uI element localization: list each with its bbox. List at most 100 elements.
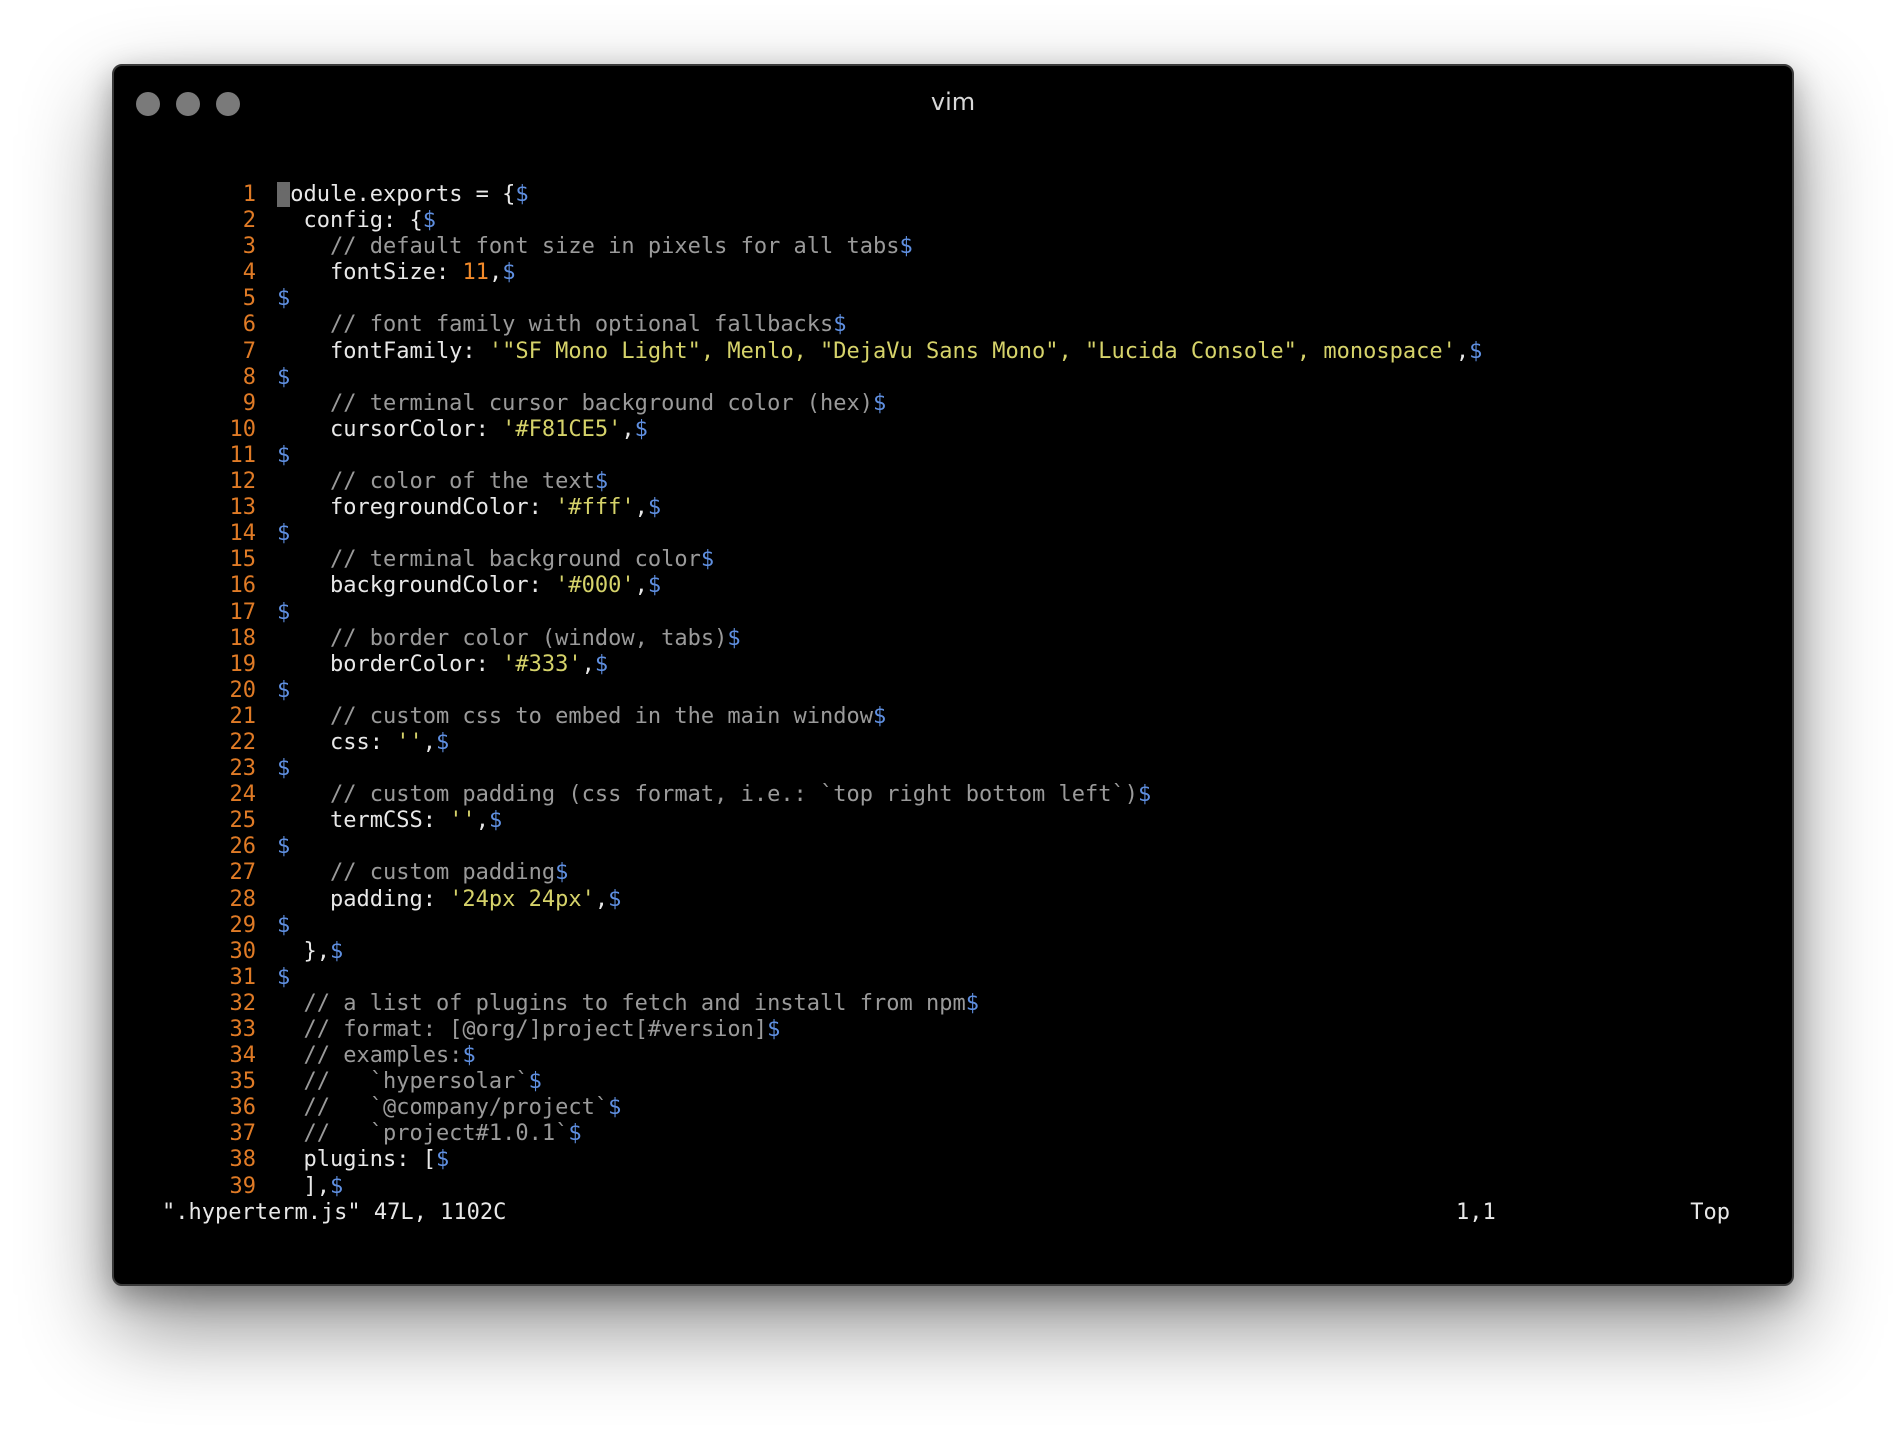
- editor-line[interactable]: 39 ],$: [174, 1174, 1734, 1200]
- editor-line[interactable]: 33 // format: [@org/]project[#version]$: [174, 1017, 1734, 1043]
- eol-marker: $: [647, 495, 662, 521]
- editor-line[interactable]: 23 $: [174, 756, 1734, 782]
- line-code: plugins: [$: [277, 1147, 449, 1173]
- line-number: 9: [242, 390, 256, 416]
- vim-status-line: ".hyperterm.js" 47L, 1102C 1,1 Top: [162, 1200, 1742, 1230]
- code-text: ,: [1455, 338, 1470, 364]
- editor-line[interactable]: 20 $: [174, 678, 1734, 704]
- line-number: 21: [229, 703, 257, 729]
- eol-marker: $: [555, 860, 569, 886]
- eol-marker: $: [435, 1147, 450, 1173]
- editor-line[interactable]: 3 // default font size in pixels for all…: [174, 234, 1734, 260]
- line-code: $: [277, 678, 290, 704]
- line-number: 36: [229, 1095, 257, 1121]
- cursor-position: 1,1: [1456, 1200, 1496, 1225]
- editor-line[interactable]: 6 // font family with optional fallbacks…: [174, 312, 1734, 338]
- code-text: ,: [422, 729, 436, 755]
- line-number: 23: [229, 756, 257, 782]
- line-number: 37: [229, 1121, 257, 1147]
- title-bar[interactable]: vim: [114, 66, 1792, 138]
- editor-line[interactable]: 37 // `project#1.0.1`$: [174, 1121, 1734, 1147]
- editor-line[interactable]: 19 borderColor: '#333',$: [174, 652, 1734, 678]
- editor-line[interactable]: 21 // custom css to embed in the main wi…: [174, 704, 1734, 730]
- code-text: padding:: [277, 886, 450, 912]
- editor-line[interactable]: 35 // `hypersolar`$: [174, 1069, 1734, 1095]
- line-number: 25: [229, 808, 257, 834]
- editor-line[interactable]: 27 // custom padding$: [174, 860, 1734, 886]
- editor-line[interactable]: 15 // terminal background color$: [174, 547, 1734, 573]
- code-text: ],: [277, 1173, 330, 1199]
- code-comment: // format: [@org/]project[#version]: [277, 1017, 768, 1042]
- line-code: $: [277, 443, 290, 469]
- code-text: ,: [475, 808, 489, 834]
- editor-line[interactable]: 8 $: [174, 365, 1734, 391]
- line-code: $: [277, 286, 290, 312]
- editor-line[interactable]: 12 // color of the text$: [174, 469, 1734, 495]
- code-comment: // examples:: [277, 1043, 463, 1069]
- editor-line[interactable]: 18 // border color (window, tabs)$: [174, 626, 1734, 652]
- eol-marker: $: [594, 469, 609, 495]
- editor-line[interactable]: 38 plugins: [$: [174, 1147, 1734, 1173]
- line-code: config: {$: [277, 208, 435, 234]
- code-text: fontFamily:: [277, 338, 489, 364]
- editor-line[interactable]: 24 // custom padding (css format, i.e.: …: [174, 782, 1734, 808]
- line-number: 6: [242, 312, 256, 338]
- line-code: $: [277, 521, 290, 547]
- eol-marker: $: [277, 599, 291, 625]
- eol-marker: $: [899, 234, 913, 260]
- editor-line[interactable]: 26 $: [174, 834, 1734, 860]
- code-comment: // `hypersolar`: [277, 1069, 529, 1095]
- window-title: vim: [930, 88, 976, 116]
- editor-line[interactable]: 16 backgroundColor: '#000',$: [174, 573, 1734, 599]
- line-code: ],$: [277, 1174, 343, 1200]
- editor-line[interactable]: 5 $: [174, 286, 1734, 312]
- eol-marker: $: [435, 729, 450, 755]
- editor-line[interactable]: 7 fontFamily: '"SF Mono Light", Menlo, "…: [174, 339, 1734, 365]
- editor-line[interactable]: 22 css: '',$: [174, 730, 1734, 756]
- editor-line[interactable]: 25 termCSS: '',$: [174, 808, 1734, 834]
- editor-line[interactable]: 14 $: [174, 521, 1734, 547]
- line-number: 16: [229, 573, 257, 599]
- code-number: 11: [462, 260, 489, 286]
- editor-line[interactable]: 4 fontSize: 11,$: [174, 260, 1734, 286]
- code-comment: // terminal cursor background color (hex…: [277, 390, 874, 416]
- editor-line[interactable]: 30 },$: [174, 939, 1734, 965]
- line-number: 31: [229, 964, 257, 990]
- editor-line[interactable]: 17 $: [174, 600, 1734, 626]
- editor-line[interactable]: 36 // `@company/project`$: [174, 1095, 1734, 1121]
- line-code: padding: '24px 24px',$: [277, 887, 621, 913]
- line-code: css: '',$: [277, 730, 449, 756]
- code-text: odule.exports = {: [290, 182, 516, 207]
- line-number: 30: [229, 938, 257, 964]
- editor-line[interactable]: 34 // examples:$: [174, 1043, 1734, 1069]
- code-text: ,: [621, 416, 635, 442]
- eol-marker: $: [277, 521, 291, 547]
- editor-line[interactable]: 10 cursorColor: '#F81CE5',$: [174, 417, 1734, 443]
- line-code: // custom padding$: [277, 860, 568, 886]
- code-comment: // custom padding (css format, i.e.: `to…: [277, 782, 1138, 808]
- editor-line[interactable]: 9 // terminal cursor background color (h…: [174, 391, 1734, 417]
- eol-marker: $: [277, 677, 291, 703]
- line-code: // `project#1.0.1`$: [277, 1121, 581, 1147]
- line-code: // `hypersolar`$: [277, 1069, 541, 1095]
- editor-line[interactable]: 2 config: {$: [174, 208, 1734, 234]
- editor-line[interactable]: 11 $: [174, 443, 1734, 469]
- editor-line[interactable]: 28 padding: '24px 24px',$: [174, 887, 1734, 913]
- code-text: foregroundColor:: [277, 495, 556, 521]
- code-text: },: [277, 938, 330, 964]
- eol-marker: $: [277, 964, 291, 990]
- editor-line[interactable]: 31 $: [174, 965, 1734, 991]
- editor-line[interactable]: 32 // a list of plugins to fetch and ins…: [174, 991, 1734, 1017]
- line-number: 28: [229, 886, 257, 912]
- editor-line[interactable]: 13 foregroundColor: '#fff',$: [174, 495, 1734, 521]
- editor-line[interactable]: 1 module.exports = {$: [174, 182, 1734, 208]
- editor-line[interactable]: 29 $: [174, 913, 1734, 939]
- line-code: $: [277, 365, 290, 391]
- vim-editor-buffer[interactable]: 1 module.exports = {$ 2 config: {$ 3 // def…: [174, 182, 1734, 1200]
- code-comment: // default font size in pixels for all t…: [277, 234, 900, 260]
- line-number: 29: [229, 912, 257, 938]
- line-code: // custom padding (css format, i.e.: `to…: [277, 782, 1151, 808]
- line-code: cursorColor: '#F81CE5',$: [277, 417, 648, 443]
- code-string: '#333': [502, 651, 582, 677]
- eol-marker: $: [608, 1095, 622, 1121]
